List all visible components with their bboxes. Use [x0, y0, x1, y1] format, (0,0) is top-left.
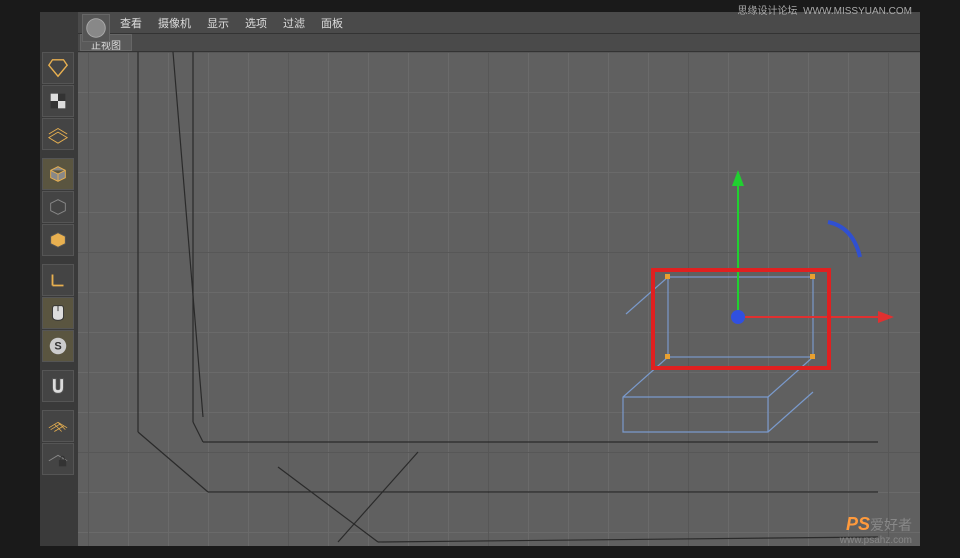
- axis-y-handle: [732, 170, 744, 317]
- axis-x-handle: [738, 311, 894, 323]
- tool-snap[interactable]: S: [42, 330, 74, 362]
- app-icon[interactable]: [82, 14, 110, 42]
- main-area: 查看 摄像机 显示 选项 过滤 面板 正视图: [78, 12, 920, 546]
- app-window: S 查看 摄像机 显示 选项 过滤 面板 正视图: [40, 12, 920, 546]
- tool-live-select[interactable]: [42, 52, 74, 84]
- watermark-top: 思缘设计论坛 WWW.MISSYUAN.COM: [738, 2, 912, 17]
- tool-mouse[interactable]: [42, 297, 74, 329]
- watermark-url: www.psahz.com: [840, 535, 912, 546]
- tool-grid[interactable]: [42, 410, 74, 442]
- watermark-logo: PS: [846, 514, 870, 534]
- tool-model[interactable]: [42, 158, 74, 190]
- menu-filter[interactable]: 过滤: [277, 13, 311, 33]
- tool-axis[interactable]: [42, 264, 74, 296]
- axis-z-handle: [828, 222, 860, 257]
- tool-magnet[interactable]: [42, 370, 74, 402]
- viewport[interactable]: [78, 52, 920, 546]
- menu-display[interactable]: 显示: [201, 13, 235, 33]
- tab-bar: 正视图: [78, 34, 920, 52]
- tool-render[interactable]: [42, 224, 74, 256]
- menu-camera[interactable]: 摄像机: [152, 13, 197, 33]
- scene-geometry: [78, 52, 920, 546]
- toolbar-left: S: [42, 52, 76, 475]
- watermark-bottom: PS爱好者 www.psahz.com: [840, 514, 912, 546]
- menu-options[interactable]: 选项: [239, 13, 273, 33]
- tool-object[interactable]: [42, 191, 74, 223]
- tool-texture[interactable]: [42, 85, 74, 117]
- tool-lock[interactable]: [42, 443, 74, 475]
- svg-text:S: S: [54, 341, 61, 353]
- menu-view[interactable]: 查看: [114, 13, 148, 33]
- gizmo-origin: [731, 310, 745, 324]
- menu-panel[interactable]: 面板: [315, 13, 349, 33]
- tool-workplane[interactable]: [42, 118, 74, 150]
